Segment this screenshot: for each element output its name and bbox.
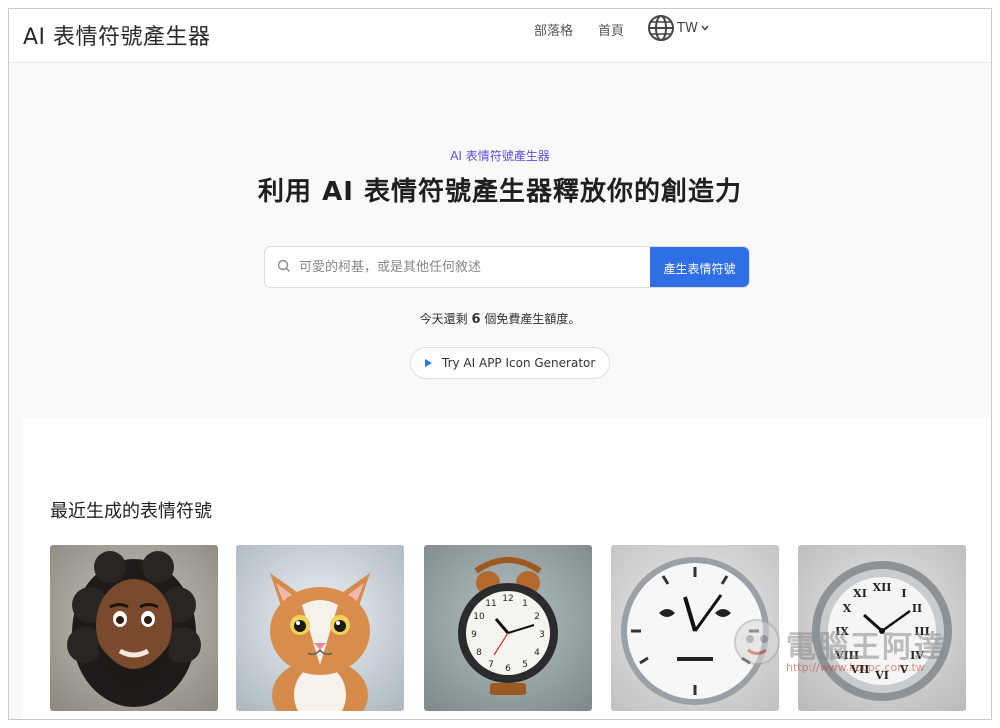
chevron-down-icon <box>700 23 710 33</box>
svg-text:7: 7 <box>488 660 494 670</box>
globe-icon <box>647 14 675 42</box>
watermark-url: http://www.kocpc.com.tw <box>786 661 925 674</box>
svg-text:9: 9 <box>471 630 477 640</box>
svg-text:6: 6 <box>505 664 511 674</box>
quota-count: 6 <box>471 312 481 327</box>
watermark-mascot-icon <box>732 617 782 671</box>
play-icon <box>425 359 432 367</box>
quota-prefix: 今天還剩 <box>419 312 468 326</box>
search-icon <box>277 258 291 277</box>
page-frame: AI 表情符號產生器 部落格 首頁 TW AI 表情符號產生器 利用 AI 表情… <box>8 8 992 720</box>
search-form: 產生表情符號 <box>264 246 750 288</box>
alarm-clock-emoji-icon: 12 3 6 9 12 45 78 1011 <box>424 545 592 711</box>
svg-text:XI: XI <box>853 587 867 600</box>
language-selector[interactable]: TW <box>647 14 710 42</box>
emoji-tile-bearded-man[interactable] <box>50 545 218 711</box>
svg-text:5: 5 <box>522 660 528 670</box>
svg-text:1: 1 <box>522 599 528 609</box>
tabby-cat-emoji-icon <box>236 545 404 711</box>
nav-blog-link[interactable]: 部落格 <box>534 20 573 39</box>
pill-label: Try AI APP Icon Generator <box>442 356 596 370</box>
top-header: AI 表情符號產生器 部落格 首頁 TW <box>9 9 991 63</box>
hero-title: 利用 AI 表情符號產生器釋放你的創造力 <box>258 177 742 207</box>
svg-text:X: X <box>843 602 852 615</box>
hero-subtitle: AI 表情符號產生器 <box>450 149 550 163</box>
svg-text:II: II <box>912 602 922 615</box>
svg-text:4: 4 <box>534 648 540 658</box>
watermark-text: 電腦王阿達 <box>786 630 946 665</box>
generate-emoji-button[interactable]: 產生表情符號 <box>650 247 749 287</box>
language-label: TW <box>677 20 698 36</box>
svg-text:3: 3 <box>539 630 545 640</box>
quota-text: 今天還剩 6 個免費產生額度。 <box>9 310 991 327</box>
svg-text:10: 10 <box>473 612 485 622</box>
search-field <box>265 247 650 287</box>
svg-text:2: 2 <box>534 612 540 622</box>
emoji-prompt-input[interactable] <box>299 259 629 275</box>
svg-text:I: I <box>901 587 906 600</box>
svg-text:12: 12 <box>502 594 513 604</box>
emoji-tile-cat[interactable] <box>236 545 404 711</box>
watermark: 電腦王阿達 http://www.kocpc.com.tw <box>732 617 946 674</box>
nav-home-link[interactable]: 首頁 <box>598 20 624 39</box>
recent-title: 最近生成的表情符號 <box>50 501 212 522</box>
app-icon-generator-link[interactable]: Try AI APP Icon Generator <box>410 347 611 379</box>
emoji-tile-alarm-clock[interactable]: 12 3 6 9 12 45 7 8 10 11 <box>424 545 592 711</box>
quota-suffix: 個免費產生額度。 <box>484 312 581 326</box>
bearded-man-emoji-icon <box>50 545 218 711</box>
svg-text:11: 11 <box>485 599 496 609</box>
site-logo[interactable]: AI 表情符號產生器 <box>23 19 211 51</box>
svg-text:XII: XII <box>873 581 892 594</box>
recent-emojis-section: 最近生成的表情符號 12 3 6 9 1 2 4 5 7 8 10 11 XII… <box>23 417 991 719</box>
svg-text:8: 8 <box>476 648 482 658</box>
